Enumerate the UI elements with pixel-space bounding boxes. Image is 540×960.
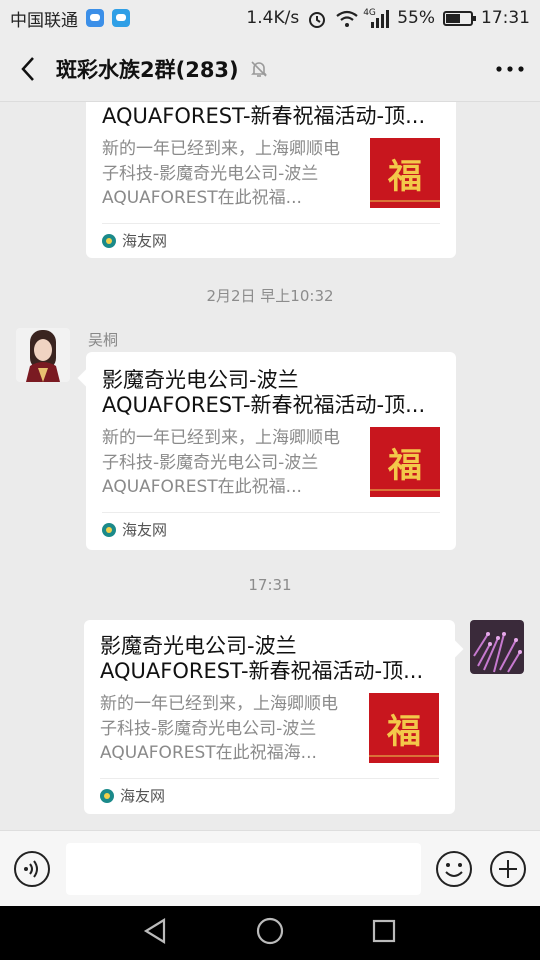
link-card-thumbnail: 福 — [370, 427, 440, 497]
source-label: 海友网 — [122, 521, 168, 539]
notification-chat-icon — [112, 9, 130, 27]
avatar[interactable] — [16, 328, 70, 382]
nav-home-button[interactable] — [255, 916, 285, 950]
notification-app-icon — [86, 9, 104, 27]
link-card-description: 新的一年已经到来，上海卿顺电子科技-影魔奇光电公司-波兰AQUAFOREST在此… — [102, 428, 340, 497]
system-nav-bar — [0, 906, 540, 960]
link-card-description: 新的一年已经到来，上海卿顺电子科技-影魔奇光电公司-波兰AQUAFOREST在此… — [102, 139, 340, 208]
alarm-icon — [307, 10, 327, 28]
my-avatar[interactable] — [470, 620, 524, 674]
link-card[interactable]: 影魔奇光电公司-波兰AQUAFOREST-新春祝福活动-顶... 新的一年已经到… — [86, 352, 456, 550]
plus-icon — [490, 851, 526, 887]
battery-percent: 55% — [397, 8, 435, 28]
nav-recents-button[interactable] — [370, 917, 398, 949]
carrier-label: 中国联通 — [10, 10, 78, 31]
link-card[interactable]: 影魔奇光电公司-波兰AQUAFOREST-新春祝福活动-顶... 新的一年已经到… — [84, 620, 455, 814]
nav-back-button[interactable] — [142, 917, 170, 949]
source-logo-icon — [100, 788, 114, 803]
link-card-description: 新的一年已经到来，上海卿顺电子科技-影魔奇光电公司-波兰AQUAFOREST在此… — [100, 694, 338, 763]
link-card-source: 海友网 — [100, 779, 439, 812]
battery-icon — [443, 10, 476, 26]
message-list[interactable]: AQUAFOREST-新春祝福活动-顶... 新的一年已经到来，上海卿顺电子科技… — [0, 102, 540, 830]
back-button[interactable] — [0, 36, 56, 102]
wifi-icon — [335, 10, 358, 27]
chat-title: 斑彩水族2群(283) — [56, 57, 239, 82]
link-card-source: 海友网 — [102, 513, 440, 546]
clock: 17:31 — [481, 8, 530, 28]
triangle-back-icon — [144, 918, 166, 944]
add-button[interactable] — [488, 849, 528, 889]
signal-icon: 4G — [363, 8, 390, 28]
link-card-source: 海友网 — [102, 224, 440, 257]
source-label: 海友网 — [122, 232, 168, 250]
message-input[interactable] — [66, 843, 421, 895]
circle-home-icon — [256, 917, 284, 945]
link-card-title: 影魔奇光电公司-波兰AQUAFOREST-新春祝福活动-顶... — [102, 368, 426, 417]
input-bar — [0, 830, 540, 906]
source-logo-icon — [102, 522, 116, 537]
voice-button[interactable] — [12, 849, 52, 889]
emoji-icon — [436, 851, 472, 887]
link-card-title: AQUAFOREST-新春祝福活动-顶... — [102, 104, 426, 128]
more-dots-icon — [496, 65, 524, 72]
mute-bell-icon — [249, 59, 269, 79]
source-logo-icon — [102, 233, 116, 248]
link-card-title: 影魔奇光电公司-波兰AQUAFOREST-新春祝福活动-顶... — [100, 634, 424, 683]
more-options-button[interactable] — [480, 36, 540, 102]
source-label: 海友网 — [120, 787, 166, 805]
chat-header: 斑彩水族2群(283) — [0, 36, 540, 102]
sender-name: 吴桐 — [88, 331, 119, 349]
status-bar: 中国联通 1.4K/s 4G 55% 17:31 — [0, 0, 540, 36]
chevron-left-icon — [21, 56, 34, 81]
emoji-button[interactable] — [434, 849, 474, 889]
square-recents-icon — [372, 919, 395, 943]
network-speed: 1.4K/s — [246, 8, 300, 28]
voice-icon — [14, 851, 50, 887]
link-card-thumbnail: 福 — [370, 138, 440, 208]
link-card[interactable]: AQUAFOREST-新春祝福活动-顶... 新的一年已经到来，上海卿顺电子科技… — [86, 102, 456, 258]
link-card-thumbnail: 福 — [369, 693, 439, 763]
message-timestamp: 2月2日 早上10:32 — [206, 287, 334, 305]
message-timestamp: 17:31 — [248, 576, 292, 594]
